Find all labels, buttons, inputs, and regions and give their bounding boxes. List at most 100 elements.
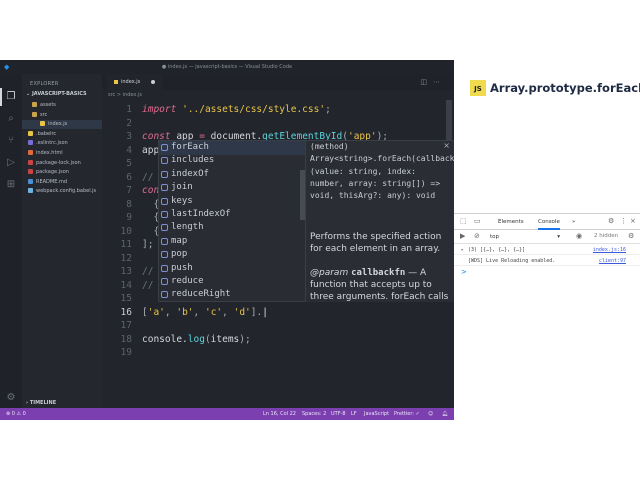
console-prompt[interactable]: > [461, 268, 467, 276]
source-link[interactable]: client:97 [599, 256, 626, 266]
breadcrumb: src > index.js [102, 90, 454, 100]
screen: ◆ ● index.js — javascript-basics — Visua… [0, 0, 640, 480]
console-toolbar: ▶ ⊘ top ▾ ◉ 2 hidden ⚙ [454, 230, 640, 244]
encoding[interactable]: UTF-8 [331, 408, 346, 420]
files-icon[interactable]: ❐ [5, 91, 17, 103]
run-debug-icon[interactable]: ▷ [5, 157, 17, 169]
project-section[interactable]: ⌄ JAVASCRIPT-BASICS [26, 91, 87, 97]
file-tree-item[interactable]: index.html [22, 149, 102, 158]
suggestion-item[interactable]: lastIndexOf [159, 208, 305, 222]
kebab-menu-icon[interactable]: ⋮ [620, 217, 627, 225]
editor-scrollbar[interactable] [446, 100, 452, 145]
problems-count[interactable]: ⊗ 0 ⚠ 0 [6, 408, 26, 420]
close-icon[interactable]: × [443, 141, 450, 150]
file-tree-item[interactable]: package-lock.json [22, 159, 102, 168]
more-tabs-icon[interactable]: » [572, 219, 575, 225]
tab-console[interactable]: Console [538, 219, 560, 230]
suggestion-item[interactable]: forEach [159, 141, 305, 155]
line-code: // [142, 279, 154, 291]
file-tree-item[interactable]: assets [22, 101, 102, 110]
source-control-icon[interactable]: ⑂ [5, 135, 17, 147]
source-link[interactable]: index.js:16 [593, 245, 626, 255]
autocomplete-scrollbar[interactable] [300, 170, 305, 220]
timeline-section[interactable]: › TIMELINE [26, 400, 56, 406]
clear-console-icon[interactable]: ⊘ [474, 232, 480, 240]
eye-icon[interactable]: ◉ [576, 232, 582, 240]
file-tree-label: src [40, 111, 48, 118]
search-icon[interactable]: ⌕ [5, 113, 17, 125]
tab-label: index.js [121, 79, 141, 85]
file-tree-item[interactable]: webpack.config.babel.js [22, 187, 102, 196]
breadcrumb-file[interactable]: index.js [123, 92, 142, 98]
suggestion-item[interactable]: indexOf [159, 168, 305, 182]
file-tree-label: package-lock.json [36, 159, 81, 166]
suggestion-item[interactable]: includes [159, 154, 305, 168]
code-line[interactable]: 16 ['a', 'b', 'c', 'd'].| [102, 306, 448, 320]
window-title: ● index.js — javascript-basics — Visual … [161, 64, 293, 70]
file-tree-item[interactable]: .babelrc [22, 130, 102, 139]
file-tree-label: .eslintrc.json [36, 140, 68, 147]
suggestion-item[interactable]: pop [159, 248, 305, 262]
context-select[interactable]: top ▾ [490, 233, 560, 241]
suggestion-label: map [171, 235, 188, 246]
more-actions-icon[interactable]: ⋯ [433, 78, 446, 86]
line-number: 17 [120, 320, 132, 331]
file-tree-item[interactable]: .eslintrc.json [22, 139, 102, 148]
indentation[interactable]: Spaces: 2 [302, 408, 326, 420]
settings-gear-icon[interactable]: ⚙ [608, 217, 614, 225]
split-editor-icon[interactable]: ◫ [420, 78, 433, 86]
file-tree-item[interactable]: index.js [22, 120, 102, 130]
prettier-status[interactable]: Prettier: ✓ [394, 408, 420, 420]
console-settings-icon[interactable]: ⚙ [628, 232, 634, 240]
cursor-position[interactable]: Ln 16, Col 22 [263, 408, 296, 420]
method-icon [161, 278, 168, 285]
line-ending[interactable]: LF [351, 408, 357, 420]
suggestion-item[interactable]: join [159, 181, 305, 195]
unsaved-dot-icon[interactable] [151, 80, 155, 84]
suggestion-item[interactable]: length [159, 221, 305, 235]
line-number: 15 [120, 293, 132, 304]
device-toolbar-icon[interactable]: ▭ [474, 217, 481, 225]
language-mode[interactable]: JavaScript [364, 408, 389, 420]
code-line[interactable]: 17 [102, 319, 448, 333]
file-tree-item[interactable]: src [22, 111, 102, 120]
hidden-count[interactable]: 2 hidden [594, 233, 618, 239]
breadcrumb-folder[interactable]: src [108, 92, 115, 98]
notifications-icon[interactable]: 🔔︎ [442, 408, 448, 420]
extensions-icon[interactable]: ⊞ [5, 179, 17, 191]
suggestion-item[interactable]: reduce [159, 275, 305, 289]
file-tree-item[interactable]: package.json [22, 168, 102, 177]
file-tree-label: package.json [36, 169, 69, 176]
code-line[interactable]: 19 [102, 346, 448, 360]
suggestion-item[interactable]: map [159, 235, 305, 249]
code-line[interactable]: 18 console.log(items); [102, 333, 448, 347]
line-code: app [142, 144, 160, 156]
code-line[interactable]: 1 import '../assets/css/style.css'; [102, 103, 448, 117]
editor-actions: ◫⋯ [420, 78, 446, 86]
suggestion-item[interactable]: push [159, 262, 305, 276]
devtools-panel: ⬚ ▭ Elements Console » ⚙ ⋮ × ▶ ⊘ top ▾ ◉… [454, 213, 640, 420]
file-tree-item[interactable]: README.md [22, 178, 102, 187]
suggestion-item[interactable]: reduceRight [159, 288, 305, 302]
expand-icon[interactable]: ▸ [461, 245, 464, 255]
suggestion-label: indexOf [171, 168, 209, 179]
line-number: 10 [120, 225, 132, 237]
tab-elements[interactable]: Elements [498, 219, 524, 225]
console-message[interactable]: [WDS] Live Reloading enabled. client:97 [454, 256, 640, 266]
autocomplete-list: forEach includes indexOf join keys lastIndexO… [158, 140, 306, 302]
method-icon [161, 264, 168, 272]
gear-icon[interactable]: ⚙ [5, 392, 17, 404]
tab-index-js[interactable]: index.js [106, 74, 162, 90]
suggestion-item[interactable]: keys [159, 195, 305, 209]
inspect-icon[interactable]: ⬚ [460, 217, 467, 225]
sidebar-toggle-icon[interactable]: ▶ [460, 232, 465, 240]
code-line[interactable]: 2 [102, 117, 448, 131]
js-file-icon [40, 121, 45, 127]
console-message[interactable]: ▸ (3) [{…}, {…}, {…}] index.js:16 [454, 245, 640, 255]
feedback-icon[interactable]: ☺ [428, 408, 433, 420]
close-devtools-icon[interactable]: × [630, 217, 636, 225]
line-number: 4 [126, 144, 132, 156]
file-tree-label: webpack.config.babel.js [36, 188, 97, 195]
context-value: top [490, 234, 500, 240]
line-code: { [142, 212, 160, 223]
